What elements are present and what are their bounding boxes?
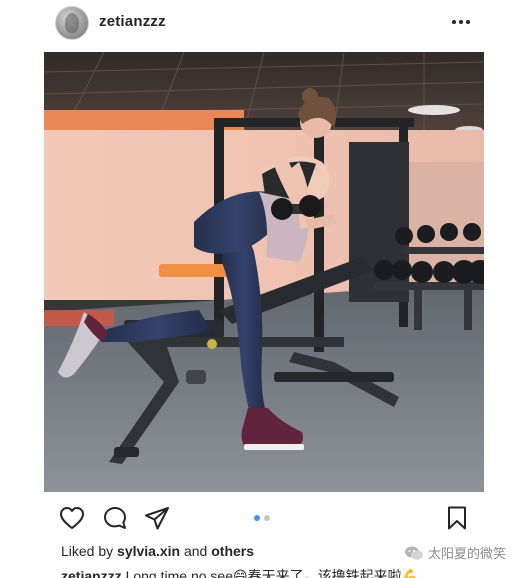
post-photo[interactable] [44,52,484,492]
carousel-dot-active [254,515,260,521]
comment-icon[interactable] [101,504,129,532]
carousel-indicator [254,515,270,521]
caption-text: Long time no see😄春天来了，该撸铁起来啦💪 [125,568,420,578]
username[interactable]: zetianzzz [99,13,166,30]
likes-others-link[interactable]: others [211,543,254,559]
heart-icon[interactable] [58,504,86,532]
wechat-icon [405,546,423,560]
likes-conjunction: and [183,543,208,559]
caption-username[interactable]: zetianzzz [61,568,122,578]
carousel-dot [264,515,270,521]
avatar[interactable] [55,6,89,40]
likes-summary: Liked by sylvia.xin and others [61,543,254,559]
liked-by-user-link[interactable]: sylvia.xin [117,543,180,559]
watermark: 太阳夏的微笑 [404,543,506,562]
paper-plane-icon[interactable] [143,504,171,532]
more-options-icon[interactable] [448,12,474,32]
action-bar [0,500,526,536]
post-caption: zetianzzz Long time no see😄春天来了，该撸铁起来啦💪 [61,566,526,578]
bookmark-icon[interactable] [443,504,471,532]
watermark-text: 太阳夏的微笑 [428,546,507,561]
post-header: zetianzzz [0,0,526,46]
gym-workout-photo [44,52,484,492]
likes-prefix: Liked by [61,543,114,559]
